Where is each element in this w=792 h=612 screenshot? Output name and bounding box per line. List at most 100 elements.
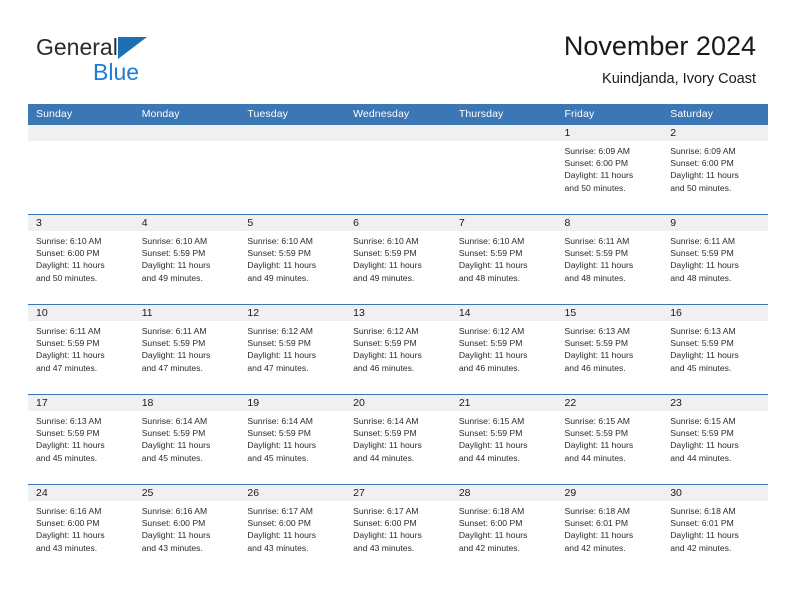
day-detail-line: Sunrise: 6:16 AM (141, 506, 208, 516)
day-detail-line: Sunrise: 6:10 AM (247, 236, 313, 246)
day-detail-line: Sunrise: 6:14 AM (353, 416, 419, 426)
calendar-day-cell[interactable]: 13 Sunrise: 6:12 AM Sunset: 5:59 PM Dayligh… (345, 304, 451, 394)
brand-logo[interactable]: General Blue (36, 34, 266, 90)
day-detail-line: Sunrise: 6:14 AM (141, 416, 208, 426)
day-detail-line: Sunset: 5:59 PM (564, 428, 629, 439)
calendar-day-cell[interactable]: 29 Sunrise: 6:18 AM Sunset: 6:01 PM Dayligh… (556, 484, 663, 574)
weekday-header-monday: Monday (141, 108, 180, 120)
flag-triangle-icon (117, 37, 147, 59)
day-number-band: 24 (28, 484, 134, 501)
calendar-day-cell[interactable]: 23 Sunrise: 6:15 AM Sunset: 5:59 PM Dayligh… (662, 394, 768, 484)
calendar-day-cell[interactable]: 2 Sunrise: 6:09 AM Sunset: 6:00 PM Daylight… (662, 124, 768, 214)
day-detail-line: Daylight: 11 hours (564, 260, 634, 271)
day-detail-line: and 45 minutes. (247, 452, 309, 463)
day-detail-line: and 45 minutes. (670, 362, 732, 373)
day-detail-line: and 46 minutes. (353, 362, 415, 373)
calendar-day-cell[interactable]: 7 Sunrise: 6:10 AM Sunset: 5:59 PM Daylight… (450, 214, 557, 304)
day-detail-line: and 45 minutes. (36, 452, 98, 463)
day-details: Sunrise: 6:17 AM Sunset: 6:00 PM Daylight:… (345, 501, 451, 554)
day-detail-line: Daylight: 11 hours (458, 350, 528, 361)
calendar-day-cell[interactable]: 22 Sunrise: 6:15 AM Sunset: 5:59 PM Dayligh… (556, 394, 663, 484)
page-subtitle-location: Kuindjanda, Ivory Coast (602, 71, 756, 87)
calendar-day-cell-empty (133, 124, 240, 214)
calendar-day-cell[interactable]: 30 Sunrise: 6:18 AM Sunset: 6:01 PM Dayligh… (662, 484, 768, 574)
day-details: Sunrise: 6:18 AM Sunset: 6:01 PM Daylight:… (662, 501, 768, 554)
calendar-table: Sunday Monday Tuesday Wednesday Thursday Frid… (28, 104, 768, 574)
day-detail-line: and 43 minutes. (141, 542, 203, 553)
day-details: Sunrise: 6:15 AM Sunset: 5:59 PM Daylight:… (451, 411, 557, 464)
day-number: 3 (36, 217, 42, 229)
page-header: General Blue November 2024 Kuindjanda, I… (0, 0, 792, 100)
day-number-band: 9 (662, 214, 768, 231)
calendar-day-cell[interactable]: 27 Sunrise: 6:17 AM Sunset: 6:00 PM Dayligh… (345, 484, 451, 574)
calendar-day-cell[interactable]: 9 Sunrise: 6:11 AM Sunset: 5:59 PM Daylight… (662, 214, 768, 304)
day-details (239, 141, 345, 145)
day-number: 18 (141, 397, 154, 409)
day-detail-line: Sunrise: 6:13 AM (564, 326, 630, 336)
calendar-day-cell[interactable]: 8 Sunrise: 6:11 AM Sunset: 5:59 PM Daylight… (556, 214, 663, 304)
calendar-week-row: 1 Sunrise: 6:09 AM Sunset: 6:00 PM Daylight… (28, 124, 768, 214)
day-detail-line: Sunrise: 6:12 AM (458, 326, 525, 336)
calendar-day-cell[interactable]: 15 Sunrise: 6:13 AM Sunset: 5:59 PM Dayligh… (556, 304, 663, 394)
day-number: 6 (353, 217, 359, 229)
calendar-day-cell[interactable]: 4 Sunrise: 6:10 AM Sunset: 5:59 PM Daylight… (133, 214, 240, 304)
day-detail-line: Sunset: 5:59 PM (247, 338, 311, 349)
day-detail-line: Sunset: 5:59 PM (564, 338, 629, 349)
day-detail-line: Sunset: 6:00 PM (36, 248, 100, 259)
day-number: 5 (247, 217, 254, 229)
calendar-day-cell[interactable]: 14 Sunrise: 6:12 AM Sunset: 5:59 PM Dayligh… (450, 304, 557, 394)
calendar-day-cell[interactable]: 11 Sunrise: 6:11 AM Sunset: 5:59 PM Dayligh… (133, 304, 240, 394)
day-number: 29 (564, 487, 577, 499)
day-detail-line: Daylight: 11 hours (670, 170, 739, 181)
day-number: 28 (458, 487, 471, 499)
day-detail-line: Sunset: 5:59 PM (36, 428, 100, 439)
day-detail-line: Sunset: 6:00 PM (141, 518, 206, 529)
calendar-week-row: 10 Sunrise: 6:11 AM Sunset: 5:59 PM Dayligh… (28, 304, 768, 394)
day-detail-line: Daylight: 11 hours (247, 530, 317, 541)
day-number: 30 (670, 487, 682, 499)
day-details: Sunrise: 6:09 AM Sunset: 6:00 PM Daylight:… (662, 141, 768, 194)
day-detail-line: Daylight: 11 hours (36, 260, 105, 271)
day-detail-line: Sunset: 6:01 PM (670, 518, 734, 529)
day-number: 1 (564, 127, 571, 139)
page-title: November 2024 (563, 31, 756, 61)
day-details: Sunrise: 6:17 AM Sunset: 6:00 PM Daylight:… (239, 501, 345, 554)
day-detail-line: Sunrise: 6:10 AM (36, 236, 102, 246)
day-detail-line: and 48 minutes. (458, 272, 520, 283)
day-detail-line: Sunrise: 6:14 AM (247, 416, 313, 426)
calendar-day-cell[interactable]: 10 Sunrise: 6:11 AM Sunset: 5:59 PM Dayligh… (28, 304, 134, 394)
day-detail-line: Daylight: 11 hours (141, 350, 211, 361)
calendar-day-cell[interactable]: 12 Sunrise: 6:12 AM Sunset: 5:59 PM Dayligh… (239, 304, 346, 394)
day-details: Sunrise: 6:10 AM Sunset: 5:59 PM Daylight:… (239, 231, 345, 284)
calendar-day-cell[interactable]: 1 Sunrise: 6:09 AM Sunset: 6:00 PM Daylight… (556, 124, 663, 214)
calendar-day-cell[interactable]: 19 Sunrise: 6:14 AM Sunset: 5:59 PM Dayligh… (239, 394, 346, 484)
day-details: Sunrise: 6:12 AM Sunset: 5:59 PM Daylight:… (239, 321, 345, 374)
calendar-day-cell[interactable]: 3 Sunrise: 6:10 AM Sunset: 6:00 PM Daylight… (28, 214, 134, 304)
day-details: Sunrise: 6:14 AM Sunset: 5:59 PM Daylight:… (345, 411, 451, 464)
day-number-band: 22 (556, 394, 663, 411)
calendar-day-cell[interactable]: 5 Sunrise: 6:10 AM Sunset: 5:59 PM Daylight… (239, 214, 346, 304)
calendar-day-cell[interactable]: 20 Sunrise: 6:14 AM Sunset: 5:59 PM Dayligh… (345, 394, 451, 484)
day-detail-line: Sunset: 5:59 PM (141, 248, 206, 259)
calendar-day-cell[interactable]: 25 Sunrise: 6:16 AM Sunset: 6:00 PM Dayligh… (133, 484, 240, 574)
calendar-day-cell[interactable]: 26 Sunrise: 6:17 AM Sunset: 6:00 PM Dayligh… (239, 484, 346, 574)
calendar-day-cell[interactable]: 24 Sunrise: 6:16 AM Sunset: 6:00 PM Dayligh… (28, 484, 134, 574)
day-number: 26 (247, 487, 260, 499)
day-detail-line: and 44 minutes. (353, 452, 415, 463)
day-detail-line: Sunset: 6:00 PM (353, 518, 417, 529)
calendar-day-cell[interactable]: 16 Sunrise: 6:13 AM Sunset: 5:59 PM Dayligh… (662, 304, 768, 394)
day-details: Sunrise: 6:13 AM Sunset: 5:59 PM Daylight:… (557, 321, 663, 374)
calendar-day-cell[interactable]: 18 Sunrise: 6:14 AM Sunset: 5:59 PM Dayligh… (133, 394, 240, 484)
day-number-band: 13 (345, 304, 451, 321)
day-details: Sunrise: 6:13 AM Sunset: 5:59 PM Daylight:… (28, 411, 134, 464)
day-detail-line: Sunrise: 6:18 AM (564, 506, 630, 516)
calendar-day-cell[interactable]: 28 Sunrise: 6:18 AM Sunset: 6:00 PM Dayligh… (450, 484, 557, 574)
calendar-day-cell[interactable]: 6 Sunrise: 6:10 AM Sunset: 5:59 PM Daylight… (345, 214, 451, 304)
calendar-day-cell[interactable]: 21 Sunrise: 6:15 AM Sunset: 5:59 PM Dayligh… (450, 394, 557, 484)
day-number-band: 19 (239, 394, 346, 411)
calendar-day-cell[interactable]: 17 Sunrise: 6:13 AM Sunset: 5:59 PM Dayligh… (28, 394, 134, 484)
day-detail-line: Sunrise: 6:10 AM (141, 236, 208, 246)
day-detail-line: Sunrise: 6:15 AM (670, 416, 736, 426)
day-detail-line: Daylight: 11 hours (564, 440, 634, 451)
day-detail-line: and 50 minutes. (564, 182, 626, 193)
